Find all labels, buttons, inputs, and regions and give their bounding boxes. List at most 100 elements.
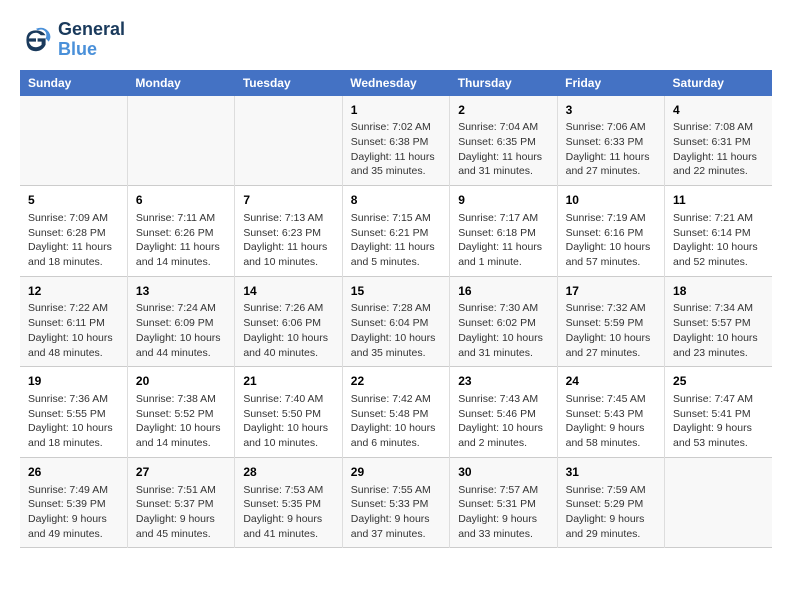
day-info: Sunrise: 7:13 AM Sunset: 6:23 PM Dayligh…	[243, 211, 333, 270]
weekday-header-tuesday: Tuesday	[235, 70, 342, 96]
calendar-cell-4-7: 25Sunrise: 7:47 AM Sunset: 5:41 PM Dayli…	[665, 367, 772, 458]
calendar-cell-2-3: 7 Sunrise: 7:13 AM Sunset: 6:23 PM Daylig…	[235, 186, 342, 277]
calendar-cell-3-4: 15Sunrise: 7:28 AM Sunset: 6:04 PM Dayli…	[342, 276, 449, 367]
day-number: 16	[458, 283, 548, 300]
day-info: Sunrise: 7:40 AM Sunset: 5:50 PM Dayligh…	[243, 392, 333, 451]
calendar-cell-2-2: 6 Sunrise: 7:11 AM Sunset: 6:26 PM Daylig…	[127, 186, 234, 277]
calendar-cell-3-3: 14Sunrise: 7:26 AM Sunset: 6:06 PM Dayli…	[235, 276, 342, 367]
day-number: 15	[351, 283, 441, 300]
calendar-cell-3-7: 18Sunrise: 7:34 AM Sunset: 5:57 PM Dayli…	[665, 276, 772, 367]
day-info: Sunrise: 7:51 AM Sunset: 5:37 PM Dayligh…	[136, 483, 226, 542]
calendar-cell-3-5: 16Sunrise: 7:30 AM Sunset: 6:02 PM Dayli…	[450, 276, 557, 367]
day-number: 9	[458, 192, 548, 209]
calendar-cell-4-5: 23Sunrise: 7:43 AM Sunset: 5:46 PM Dayli…	[450, 367, 557, 458]
calendar-cell-3-6: 17Sunrise: 7:32 AM Sunset: 5:59 PM Dayli…	[557, 276, 664, 367]
day-number: 28	[243, 464, 333, 481]
day-info: Sunrise: 7:30 AM Sunset: 6:02 PM Dayligh…	[458, 301, 548, 360]
logo: General Blue	[20, 20, 125, 60]
day-info: Sunrise: 7:26 AM Sunset: 6:06 PM Dayligh…	[243, 301, 333, 360]
day-info: Sunrise: 7:36 AM Sunset: 5:55 PM Dayligh…	[28, 392, 119, 451]
calendar-cell-5-6: 31Sunrise: 7:59 AM Sunset: 5:29 PM Dayli…	[557, 457, 664, 548]
day-number: 14	[243, 283, 333, 300]
weekday-header-thursday: Thursday	[450, 70, 557, 96]
day-info: Sunrise: 7:19 AM Sunset: 6:16 PM Dayligh…	[566, 211, 656, 270]
weekday-header-wednesday: Wednesday	[342, 70, 449, 96]
weekday-header-saturday: Saturday	[665, 70, 772, 96]
day-info: Sunrise: 7:24 AM Sunset: 6:09 PM Dayligh…	[136, 301, 226, 360]
day-info: Sunrise: 7:47 AM Sunset: 5:41 PM Dayligh…	[673, 392, 764, 451]
day-number: 21	[243, 373, 333, 390]
day-number: 18	[673, 283, 764, 300]
week-row-4: 19 Sunrise: 7:36 AM Sunset: 5:55 PM Dayli…	[20, 367, 772, 458]
calendar-cell-1-7: 4Sunrise: 7:08 AM Sunset: 6:31 PM Daylig…	[665, 96, 772, 186]
week-row-3: 12Sunrise: 7:22 AM Sunset: 6:11 PM Dayli…	[20, 276, 772, 367]
calendar-cell-4-3: 21 Sunrise: 7:40 AM Sunset: 5:50 PM Dayli…	[235, 367, 342, 458]
calendar-cell-1-2	[127, 96, 234, 186]
calendar-cell-5-2: 27 Sunrise: 7:51 AM Sunset: 5:37 PM Dayli…	[127, 457, 234, 548]
calendar-cell-5-1: 26 Sunrise: 7:49 AM Sunset: 5:39 PM Dayli…	[20, 457, 127, 548]
day-number: 27	[136, 464, 226, 481]
day-number: 20	[136, 373, 226, 390]
day-number: 6	[136, 192, 226, 209]
day-number: 2	[458, 102, 548, 119]
calendar-cell-1-4: 1Sunrise: 7:02 AM Sunset: 6:38 PM Daylig…	[342, 96, 449, 186]
weekday-header-sunday: Sunday	[20, 70, 127, 96]
day-number: 12	[28, 283, 119, 300]
day-info: Sunrise: 7:21 AM Sunset: 6:14 PM Dayligh…	[673, 211, 764, 270]
day-number: 30	[458, 464, 548, 481]
logo-icon	[20, 24, 52, 56]
day-number: 29	[351, 464, 441, 481]
calendar-cell-2-4: 8 Sunrise: 7:15 AM Sunset: 6:21 PM Daylig…	[342, 186, 449, 277]
day-number: 5	[28, 192, 119, 209]
calendar-cell-3-1: 12Sunrise: 7:22 AM Sunset: 6:11 PM Dayli…	[20, 276, 127, 367]
week-row-5: 26 Sunrise: 7:49 AM Sunset: 5:39 PM Dayli…	[20, 457, 772, 548]
day-info: Sunrise: 7:11 AM Sunset: 6:26 PM Dayligh…	[136, 211, 226, 270]
day-info: Sunrise: 7:49 AM Sunset: 5:39 PM Dayligh…	[28, 483, 119, 542]
weekday-header-row: SundayMondayTuesdayWednesdayThursdayFrid…	[20, 70, 772, 96]
calendar-cell-5-3: 28 Sunrise: 7:53 AM Sunset: 5:35 PM Dayli…	[235, 457, 342, 548]
day-number: 22	[351, 373, 441, 390]
calendar-table: SundayMondayTuesdayWednesdayThursdayFrid…	[20, 70, 772, 549]
calendar-cell-3-2: 13Sunrise: 7:24 AM Sunset: 6:09 PM Dayli…	[127, 276, 234, 367]
calendar-cell-4-2: 20 Sunrise: 7:38 AM Sunset: 5:52 PM Dayli…	[127, 367, 234, 458]
calendar-cell-5-5: 30 Sunrise: 7:57 AM Sunset: 5:31 PM Dayli…	[450, 457, 557, 548]
day-number: 3	[566, 102, 656, 119]
day-number: 17	[566, 283, 656, 300]
day-number: 13	[136, 283, 226, 300]
calendar-cell-1-1	[20, 96, 127, 186]
day-info: Sunrise: 7:02 AM Sunset: 6:38 PM Dayligh…	[351, 120, 441, 179]
day-number: 19	[28, 373, 119, 390]
calendar-cell-5-4: 29 Sunrise: 7:55 AM Sunset: 5:33 PM Dayli…	[342, 457, 449, 548]
day-info: Sunrise: 7:32 AM Sunset: 5:59 PM Dayligh…	[566, 301, 656, 360]
day-number: 26	[28, 464, 119, 481]
day-info: Sunrise: 7:34 AM Sunset: 5:57 PM Dayligh…	[673, 301, 764, 360]
day-info: Sunrise: 7:08 AM Sunset: 6:31 PM Dayligh…	[673, 120, 764, 179]
day-info: Sunrise: 7:15 AM Sunset: 6:21 PM Dayligh…	[351, 211, 441, 270]
day-number: 1	[351, 102, 441, 119]
calendar-cell-1-3	[235, 96, 342, 186]
calendar-cell-4-6: 24 Sunrise: 7:45 AM Sunset: 5:43 PM Dayli…	[557, 367, 664, 458]
calendar-cell-2-7: 11Sunrise: 7:21 AM Sunset: 6:14 PM Dayli…	[665, 186, 772, 277]
day-info: Sunrise: 7:45 AM Sunset: 5:43 PM Dayligh…	[566, 392, 656, 451]
logo-text: General Blue	[58, 20, 125, 60]
day-info: Sunrise: 7:55 AM Sunset: 5:33 PM Dayligh…	[351, 483, 441, 542]
page-header: General Blue	[20, 20, 772, 60]
day-number: 24	[566, 373, 656, 390]
day-info: Sunrise: 7:57 AM Sunset: 5:31 PM Dayligh…	[458, 483, 548, 542]
day-info: Sunrise: 7:22 AM Sunset: 6:11 PM Dayligh…	[28, 301, 119, 360]
day-number: 31	[566, 464, 656, 481]
day-info: Sunrise: 7:53 AM Sunset: 5:35 PM Dayligh…	[243, 483, 333, 542]
calendar-cell-5-7	[665, 457, 772, 548]
day-info: Sunrise: 7:28 AM Sunset: 6:04 PM Dayligh…	[351, 301, 441, 360]
calendar-cell-2-5: 9Sunrise: 7:17 AM Sunset: 6:18 PM Daylig…	[450, 186, 557, 277]
day-info: Sunrise: 7:09 AM Sunset: 6:28 PM Dayligh…	[28, 211, 119, 270]
calendar-cell-2-6: 10Sunrise: 7:19 AM Sunset: 6:16 PM Dayli…	[557, 186, 664, 277]
day-number: 4	[673, 102, 764, 119]
day-info: Sunrise: 7:42 AM Sunset: 5:48 PM Dayligh…	[351, 392, 441, 451]
day-number: 7	[243, 192, 333, 209]
calendar-cell-1-6: 3Sunrise: 7:06 AM Sunset: 6:33 PM Daylig…	[557, 96, 664, 186]
calendar-cell-4-4: 22 Sunrise: 7:42 AM Sunset: 5:48 PM Dayli…	[342, 367, 449, 458]
day-info: Sunrise: 7:43 AM Sunset: 5:46 PM Dayligh…	[458, 392, 548, 451]
day-info: Sunrise: 7:38 AM Sunset: 5:52 PM Dayligh…	[136, 392, 226, 451]
day-number: 8	[351, 192, 441, 209]
